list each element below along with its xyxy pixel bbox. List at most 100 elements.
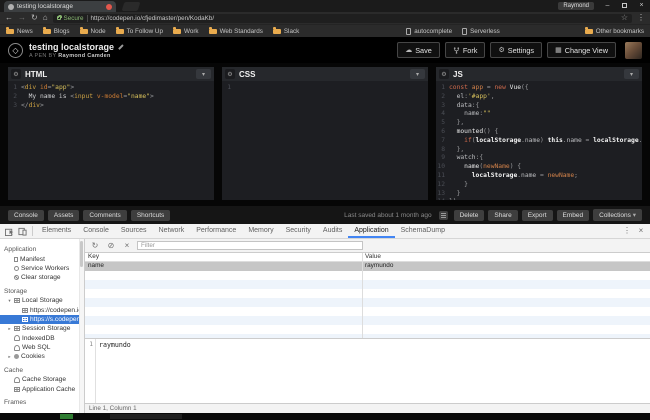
sidebar-item[interactable]: Cache Storage (0, 375, 84, 384)
footer-button[interactable]: Shortcuts (130, 209, 171, 221)
bookmark-star-icon[interactable] (621, 14, 628, 22)
reload-icon[interactable] (31, 14, 38, 22)
other-bookmarks[interactable]: Other bookmarks (584, 26, 644, 35)
value-column-header[interactable]: Value (362, 253, 650, 261)
devtools-tab[interactable]: Security (280, 224, 317, 238)
bookmark-folder[interactable]: Blogs (42, 26, 70, 35)
editor-gear-icon[interactable] (11, 69, 21, 79)
preview-value-text[interactable]: raymundo (96, 339, 131, 403)
sidebar-item[interactable]: Application Cache (0, 384, 84, 393)
bookmark-folder[interactable]: Slack (272, 26, 299, 35)
back-icon[interactable] (5, 14, 13, 22)
omnibox[interactable]: Secure https://codepen.io/cfjedimaster/p… (52, 13, 632, 23)
clear-all-icon[interactable] (105, 242, 117, 250)
bookmark-page[interactable]: Serverless (462, 27, 500, 35)
browser-tab[interactable]: testing localstorage (4, 1, 116, 12)
sidebar-item[interactable]: ▾ Local Storage (0, 296, 84, 305)
bookmark-page[interactable]: autocomplete (406, 27, 452, 35)
change-view-button[interactable]: Change View (547, 42, 616, 58)
sidebar-scrollbar[interactable] (79, 239, 84, 413)
sidebar-item[interactable]: Frames (0, 398, 84, 407)
bookmark-folder[interactable]: News (6, 26, 33, 35)
bookmark-folder[interactable]: To Follow Up (115, 26, 163, 35)
browser-profile-chip[interactable]: Raymond (558, 1, 594, 10)
devtools-menu-icon[interactable] (621, 227, 633, 235)
sidebar-item[interactable]: ▸ Session Storage (0, 324, 84, 333)
sidebar-item[interactable]: Clear storage (0, 273, 84, 282)
devtools-tab[interactable]: SchemaDump (395, 224, 451, 238)
bookmark-folder[interactable]: Node (79, 26, 106, 35)
sidebar-item[interactable]: Storage (0, 287, 84, 296)
inspect-element-icon[interactable] (3, 227, 16, 236)
bookmark-favicon-icon[interactable] (379, 28, 386, 35)
footer-button[interactable]: Embed (556, 209, 590, 221)
bookmark-favicon-icon[interactable] (331, 28, 338, 35)
html-code-editor[interactable]: 1 <div id="app"> 2 My name is <input v-mod… (8, 81, 214, 200)
window-close-icon[interactable] (635, 1, 648, 10)
sidebar-item[interactable]: Service Workers (0, 264, 84, 273)
sidebar-item[interactable]: IndexedDB (0, 334, 84, 343)
browser-menu-icon[interactable] (637, 14, 645, 22)
sidebar-item[interactable]: https://s.codepen.io (0, 314, 84, 325)
fork-button[interactable]: Fork (444, 42, 486, 58)
bookmark-favicon-icon[interactable] (355, 28, 362, 35)
devtools-close-icon[interactable] (635, 227, 647, 235)
collapse-panel-icon[interactable] (410, 69, 425, 79)
pen-author[interactable]: Raymond Camden (58, 53, 111, 59)
tree-arrow-icon[interactable]: ▸ (7, 354, 12, 360)
devtools-tab[interactable]: Application (348, 224, 394, 238)
bookmark-folder[interactable]: Work (172, 26, 199, 35)
sidebar-item[interactable]: Manifest (0, 254, 84, 263)
devtools-tab[interactable]: Network (153, 224, 191, 238)
css-code-editor[interactable]: 1 (222, 81, 428, 200)
new-tab-button[interactable] (121, 2, 141, 11)
devtools-tab[interactable]: Elements (36, 224, 77, 238)
collapse-panel-icon[interactable] (196, 69, 211, 79)
bookmark-favicon-icon[interactable] (307, 28, 314, 35)
devtools-tab[interactable]: Audits (317, 224, 348, 238)
bookmark-favicon-icon[interactable] (319, 28, 326, 35)
user-avatar[interactable] (625, 41, 642, 59)
js-code-editor[interactable]: 1 const app = new Vue({2 el:'#app', 3 data… (436, 81, 642, 200)
sidebar-item[interactable]: Cache (0, 366, 84, 375)
bookmark-folder[interactable]: Web Standards (208, 26, 263, 35)
refresh-icon[interactable] (89, 242, 101, 250)
tree-arrow-icon[interactable]: ▾ (7, 298, 12, 304)
forward-icon[interactable] (18, 14, 26, 22)
footer-button[interactable]: Collections (593, 209, 642, 221)
scrollbar-thumb[interactable] (80, 241, 83, 267)
window-restore-icon[interactable] (622, 3, 627, 8)
changelog-icon[interactable] (438, 210, 448, 220)
footer-button[interactable]: Comments (83, 209, 127, 221)
footer-button[interactable]: Export (521, 209, 553, 221)
sidebar-item[interactable]: ▸ Cookies (0, 352, 84, 361)
tab-close-icon[interactable] (106, 3, 112, 10)
home-icon[interactable] (43, 14, 48, 22)
save-button[interactable]: Save (397, 42, 440, 58)
devtools-tab[interactable]: Performance (190, 224, 242, 238)
bookmark-favicon-icon[interactable] (367, 28, 374, 35)
footer-button[interactable]: Console (8, 209, 44, 221)
empty-rows-stripes[interactable] (85, 271, 650, 338)
devtools-tab[interactable]: Console (77, 224, 115, 238)
window-minimize-icon[interactable] (601, 1, 614, 10)
tree-arrow-icon[interactable]: ▸ (7, 326, 12, 332)
footer-button[interactable]: Share (488, 209, 518, 221)
delete-selected-icon[interactable] (121, 242, 133, 250)
bookmark-favicon-icon[interactable] (391, 28, 398, 35)
collapse-panel-icon[interactable] (624, 69, 639, 79)
column-divider[interactable] (362, 253, 363, 338)
footer-button[interactable]: Delete (453, 209, 485, 221)
url-text[interactable]: https://codepen.io/cfjedimaster/pen/Koda… (91, 15, 215, 22)
bookmark-favicon-icon[interactable] (343, 28, 350, 35)
sidebar-item[interactable]: Web SQL (0, 343, 84, 352)
device-toolbar-icon[interactable] (16, 227, 29, 236)
table-row[interactable]: name raymundo (85, 262, 650, 271)
filter-input[interactable] (137, 241, 363, 250)
devtools-tab[interactable]: Memory (242, 224, 279, 238)
sidebar-item[interactable]: https://codepen.io (0, 305, 84, 314)
footer-button[interactable]: Assets (47, 209, 80, 221)
editor-gear-icon[interactable] (225, 69, 235, 79)
edit-pencil-icon[interactable] (118, 43, 124, 50)
settings-button[interactable]: Settings (490, 42, 543, 58)
